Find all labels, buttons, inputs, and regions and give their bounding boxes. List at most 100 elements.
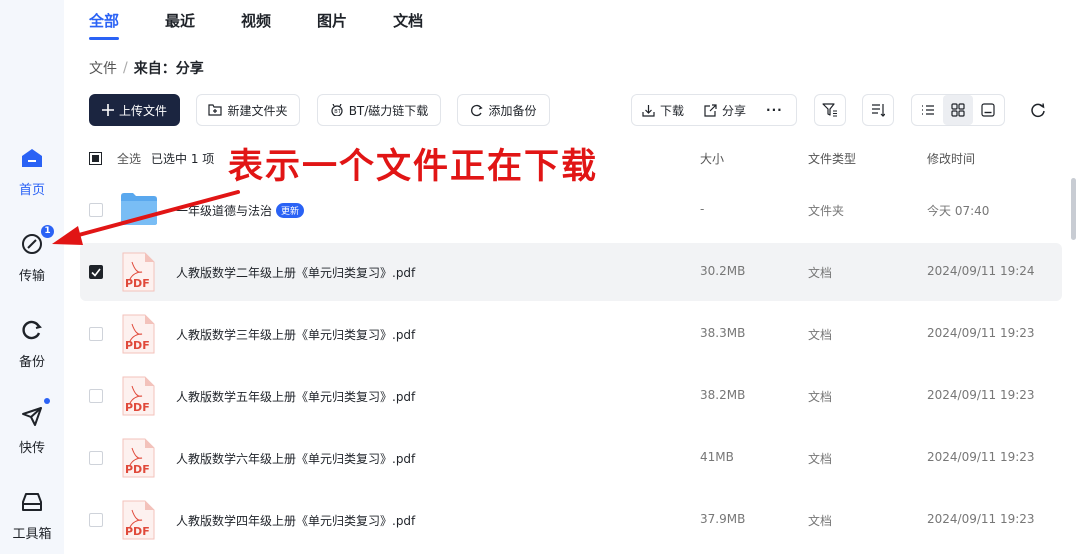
annotation-text: 表示一个文件正在下载 xyxy=(228,147,599,187)
svg-text:BT: BT xyxy=(334,109,341,115)
file-type: 文档 xyxy=(808,266,833,280)
file-name: 人教版数学六年级上册《单元归类复习》.pdf xyxy=(176,452,416,466)
download-label: 下载 xyxy=(660,103,685,118)
select-all-checkbox[interactable] xyxy=(89,152,102,165)
list-view-icon xyxy=(921,104,935,116)
home-icon xyxy=(20,146,44,170)
file-name: 人教版数学二年级上册《单元归类复习》.pdf xyxy=(176,266,416,280)
sidebar-item-toolbox[interactable]: 工具箱 xyxy=(0,490,64,554)
list-view-button[interactable] xyxy=(913,95,943,125)
file-row[interactable]: PDF 人教版数学五年级上册《单元归类复习》.pdf 38.2MB 文档 202… xyxy=(80,367,1062,425)
file-modified-time: 2024/09/11 19:23 xyxy=(927,388,1035,402)
breadcrumb-root[interactable]: 文件 xyxy=(89,58,117,78)
share-button[interactable]: 分享 xyxy=(694,95,756,125)
sidebar-item-label: 备份 xyxy=(18,355,45,370)
tab-image[interactable]: 图片 xyxy=(317,10,347,38)
filter-icon xyxy=(822,103,838,117)
file-name: 人教版数学四年级上册《单元归类复习》.pdf xyxy=(176,514,416,528)
scrollbar-thumb[interactable] xyxy=(1071,178,1076,240)
file-type: 文档 xyxy=(808,514,833,528)
toolbox-icon xyxy=(20,490,44,514)
file-size: 37.9MB xyxy=(700,512,746,526)
transfer-badge: 1 xyxy=(41,225,54,238)
breadcrumb-current: 来自：分享 xyxy=(133,61,204,77)
column-header-type[interactable]: 文件类型 xyxy=(808,150,856,167)
file-row[interactable]: PDF 人教版数学四年级上册《单元归类复习》.pdf 37.9MB 文档 202… xyxy=(80,491,1062,549)
file-name: 一年级道德与法治 更新 xyxy=(176,202,305,219)
file-row[interactable]: PDF 人教版数学二年级上册《单元归类复习》.pdf 30.2MB 文档 202… xyxy=(80,243,1062,301)
download-button[interactable]: 下载 xyxy=(632,95,694,125)
file-modified-time: 今天 07:40 xyxy=(927,204,990,218)
new-folder-button[interactable]: 新建文件夹 xyxy=(196,94,300,126)
sidebar-item-home[interactable]: 首页 xyxy=(0,146,64,216)
file-type: 文档 xyxy=(808,328,833,342)
backup-icon xyxy=(20,318,44,342)
select-all-label: 全选 xyxy=(117,152,142,166)
sidebar-item-backup[interactable]: 备份 xyxy=(0,318,64,388)
row-checkbox[interactable] xyxy=(89,451,103,465)
row-checkbox[interactable] xyxy=(89,327,103,341)
file-size: 38.2MB xyxy=(700,388,746,402)
notification-dot xyxy=(44,398,50,404)
large-view-button[interactable] xyxy=(973,95,1003,125)
add-backup-button[interactable]: 添加备份 xyxy=(457,94,550,126)
pdf-icon: PDF xyxy=(120,500,156,540)
share-label: 分享 xyxy=(722,103,747,118)
new-folder-label: 新建文件夹 xyxy=(227,103,288,118)
filter-button[interactable] xyxy=(814,94,846,126)
add-backup-label: 添加备份 xyxy=(488,103,537,118)
file-row[interactable]: PDF 人教版数学三年级上册《单元归类复习》.pdf 38.3MB 文档 202… xyxy=(80,305,1062,363)
sidebar: 首页 1 传输 备份 快传 工具箱 xyxy=(0,0,64,554)
svg-text:PDF: PDF xyxy=(125,401,150,414)
sidebar-item-label: 工具箱 xyxy=(12,527,52,542)
file-modified-time: 2024/09/11 19:23 xyxy=(927,450,1035,464)
breadcrumb-separator: / xyxy=(123,60,128,76)
column-header-modified[interactable]: 修改时间 xyxy=(927,150,975,167)
svg-text:PDF: PDF xyxy=(125,463,150,476)
sort-icon xyxy=(871,103,885,117)
share-icon xyxy=(704,103,717,117)
grid-view-icon xyxy=(951,103,965,117)
tab-recent[interactable]: 最近 xyxy=(165,10,195,38)
svg-text:PDF: PDF xyxy=(125,277,150,290)
large-view-icon xyxy=(981,103,995,117)
tab-video[interactable]: 视频 xyxy=(241,10,271,38)
refresh-button[interactable] xyxy=(1024,94,1052,126)
refresh-icon xyxy=(1030,102,1046,118)
file-size: - xyxy=(700,202,705,216)
file-name: 人教版数学三年级上册《单元归类复习》.pdf xyxy=(176,328,416,342)
row-checkbox[interactable] xyxy=(89,203,103,217)
more-button[interactable]: ··· xyxy=(756,95,793,125)
tab-all[interactable]: 全部 xyxy=(89,10,120,40)
grid-view-button[interactable] xyxy=(943,95,973,125)
view-toggle xyxy=(911,94,1005,126)
file-actions-group: 下载 分享 ··· xyxy=(631,94,797,126)
magnet-icon: BT xyxy=(330,104,344,116)
column-header-size[interactable]: 大小 xyxy=(700,150,724,167)
update-badge: 更新 xyxy=(276,203,305,218)
file-row[interactable]: 一年级道德与法治 更新 - 文件夹 今天 07:40 xyxy=(80,181,1062,239)
sort-button[interactable] xyxy=(862,94,894,126)
file-row[interactable]: PDF 人教版数学六年级上册《单元归类复习》.pdf 41MB 文档 2024/… xyxy=(80,429,1062,487)
upload-button[interactable]: 上传文件 xyxy=(89,94,180,126)
file-name: 人教版数学五年级上册《单元归类复习》.pdf xyxy=(176,390,416,404)
file-modified-time: 2024/09/11 19:23 xyxy=(927,512,1035,526)
file-modified-time: 2024/09/11 19:24 xyxy=(927,264,1035,278)
sidebar-item-label: 传输 xyxy=(18,269,45,284)
file-type: 文档 xyxy=(808,452,833,466)
row-checkbox[interactable] xyxy=(89,389,103,403)
row-checkbox[interactable] xyxy=(89,265,103,279)
plus-icon xyxy=(101,104,114,116)
tab-document[interactable]: 文档 xyxy=(393,10,423,38)
sidebar-item-label: 快传 xyxy=(18,441,45,456)
bt-download-button[interactable]: BT BT/磁力链下载 xyxy=(317,94,441,126)
pdf-icon: PDF xyxy=(120,376,156,416)
file-modified-time: 2024/09/11 19:23 xyxy=(927,326,1035,340)
sidebar-item-quick-send[interactable]: 快传 xyxy=(0,398,64,474)
folder-icon xyxy=(120,190,157,230)
backup-icon xyxy=(470,104,484,117)
row-checkbox[interactable] xyxy=(89,513,103,527)
category-tabs: 全部 最近 视频 图片 文档 xyxy=(89,10,469,40)
sidebar-item-transfer[interactable]: 1 传输 xyxy=(0,225,64,302)
send-icon xyxy=(20,398,50,428)
